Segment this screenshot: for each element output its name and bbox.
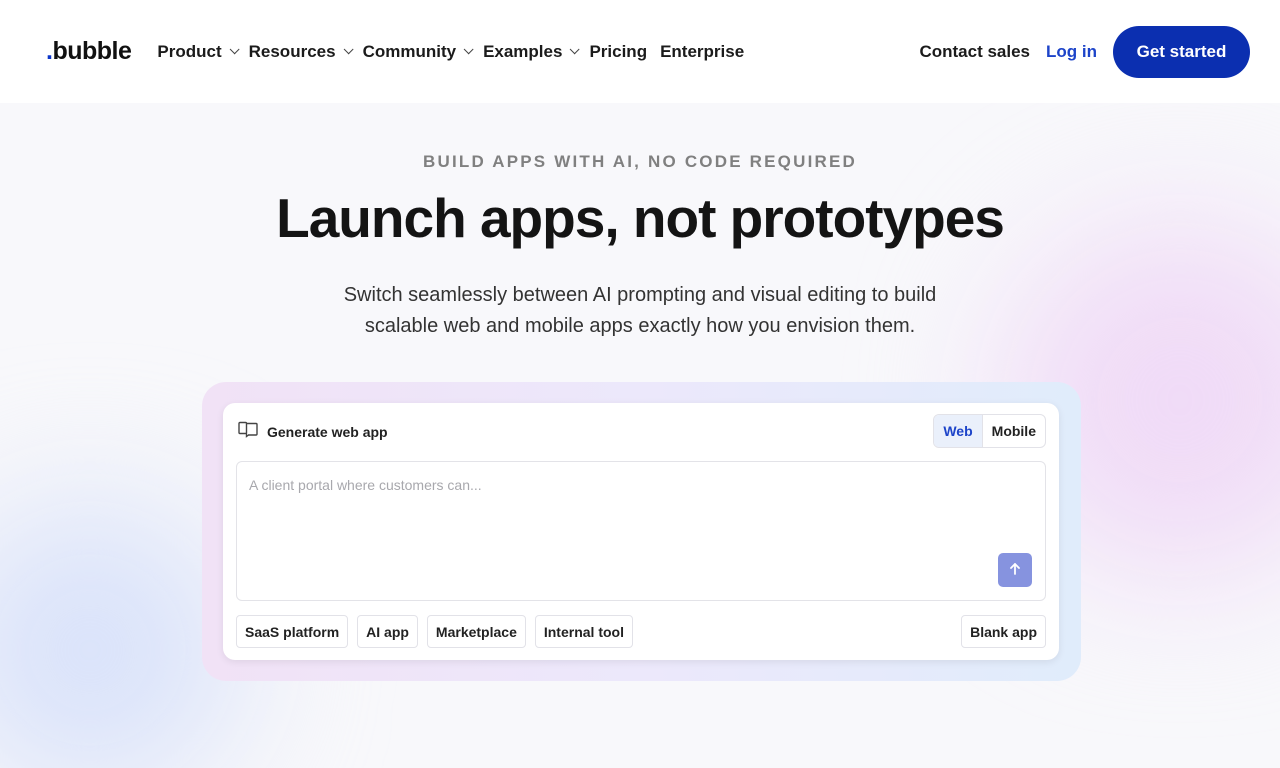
template-chip-marketplace[interactable]: Marketplace bbox=[426, 615, 526, 648]
nav-item-examples[interactable]: Examples bbox=[483, 41, 581, 62]
platform-option-mobile[interactable]: Mobile bbox=[983, 415, 1045, 447]
header-actions: Contact sales Log in Get started bbox=[919, 25, 1250, 78]
login-link[interactable]: Log in bbox=[1046, 42, 1097, 62]
template-chip-internal-tool[interactable]: Internal tool bbox=[534, 615, 633, 648]
nav-item-label: Pricing bbox=[589, 41, 648, 61]
prompt-input[interactable] bbox=[237, 462, 1045, 600]
nav-item-enterprise[interactable]: Enterprise bbox=[660, 42, 744, 62]
template-chips: SaaS platform AI app Marketplace Interna… bbox=[236, 615, 633, 648]
get-started-button[interactable]: Get started bbox=[1113, 25, 1250, 78]
logo-text: bubble bbox=[52, 37, 132, 65]
subhead-line-1: Switch seamlessly between AI prompting a… bbox=[343, 284, 937, 306]
nav-item-product[interactable]: Product bbox=[157, 41, 240, 62]
book-open-icon bbox=[238, 421, 258, 443]
nav-item-label: Community bbox=[362, 41, 457, 61]
platform-option-web[interactable]: Web bbox=[934, 415, 983, 447]
main-nav: Product Resources Community Examples Pri… bbox=[157, 42, 744, 62]
bubble-logo[interactable]: .bubble bbox=[46, 37, 132, 66]
generator-card: Generate web app Web Mobile SaaS platfor… bbox=[223, 403, 1059, 660]
arrow-up-icon bbox=[1008, 562, 1022, 579]
chevron-down-icon bbox=[570, 44, 581, 55]
template-chip-saas-platform[interactable]: SaaS platform bbox=[236, 615, 349, 648]
hero-eyebrow: BUILD APPS WITH AI, NO CODE REQUIRED bbox=[422, 152, 857, 171]
nav-item-label: Enterprise bbox=[660, 41, 745, 61]
nav-item-label: Resources bbox=[248, 41, 336, 61]
nav-item-label: Examples bbox=[483, 41, 563, 61]
hero-headline: Launch apps, not prototypes bbox=[276, 187, 1005, 249]
chevron-down-icon bbox=[343, 44, 354, 55]
nav-item-pricing[interactable]: Pricing bbox=[589, 42, 647, 62]
template-chip-ai-app[interactable]: AI app bbox=[357, 615, 418, 648]
chevron-down-icon bbox=[463, 44, 474, 55]
contact-sales-link[interactable]: Contact sales bbox=[919, 42, 1030, 62]
site-header: .bubble Product Resources Community Exam… bbox=[0, 0, 1280, 103]
blank-app-button[interactable]: Blank app bbox=[961, 615, 1046, 648]
nav-item-resources[interactable]: Resources bbox=[248, 41, 354, 62]
nav-item-community[interactable]: Community bbox=[362, 41, 474, 62]
generator-header: Generate web app bbox=[238, 421, 388, 443]
prompt-box bbox=[236, 461, 1046, 601]
platform-toggle: Web Mobile bbox=[933, 414, 1046, 448]
page: .bubble Product Resources Community Exam… bbox=[0, 0, 1280, 768]
nav-item-label: Product bbox=[157, 41, 222, 61]
subhead-line-2: scalable web and mobile apps exactly how… bbox=[364, 315, 916, 337]
hero-subheading: Switch seamlessly between AI prompting a… bbox=[290, 280, 990, 342]
generator-title: Generate web app bbox=[267, 424, 388, 440]
chevron-down-icon bbox=[229, 44, 240, 55]
send-prompt-button[interactable] bbox=[998, 553, 1032, 587]
